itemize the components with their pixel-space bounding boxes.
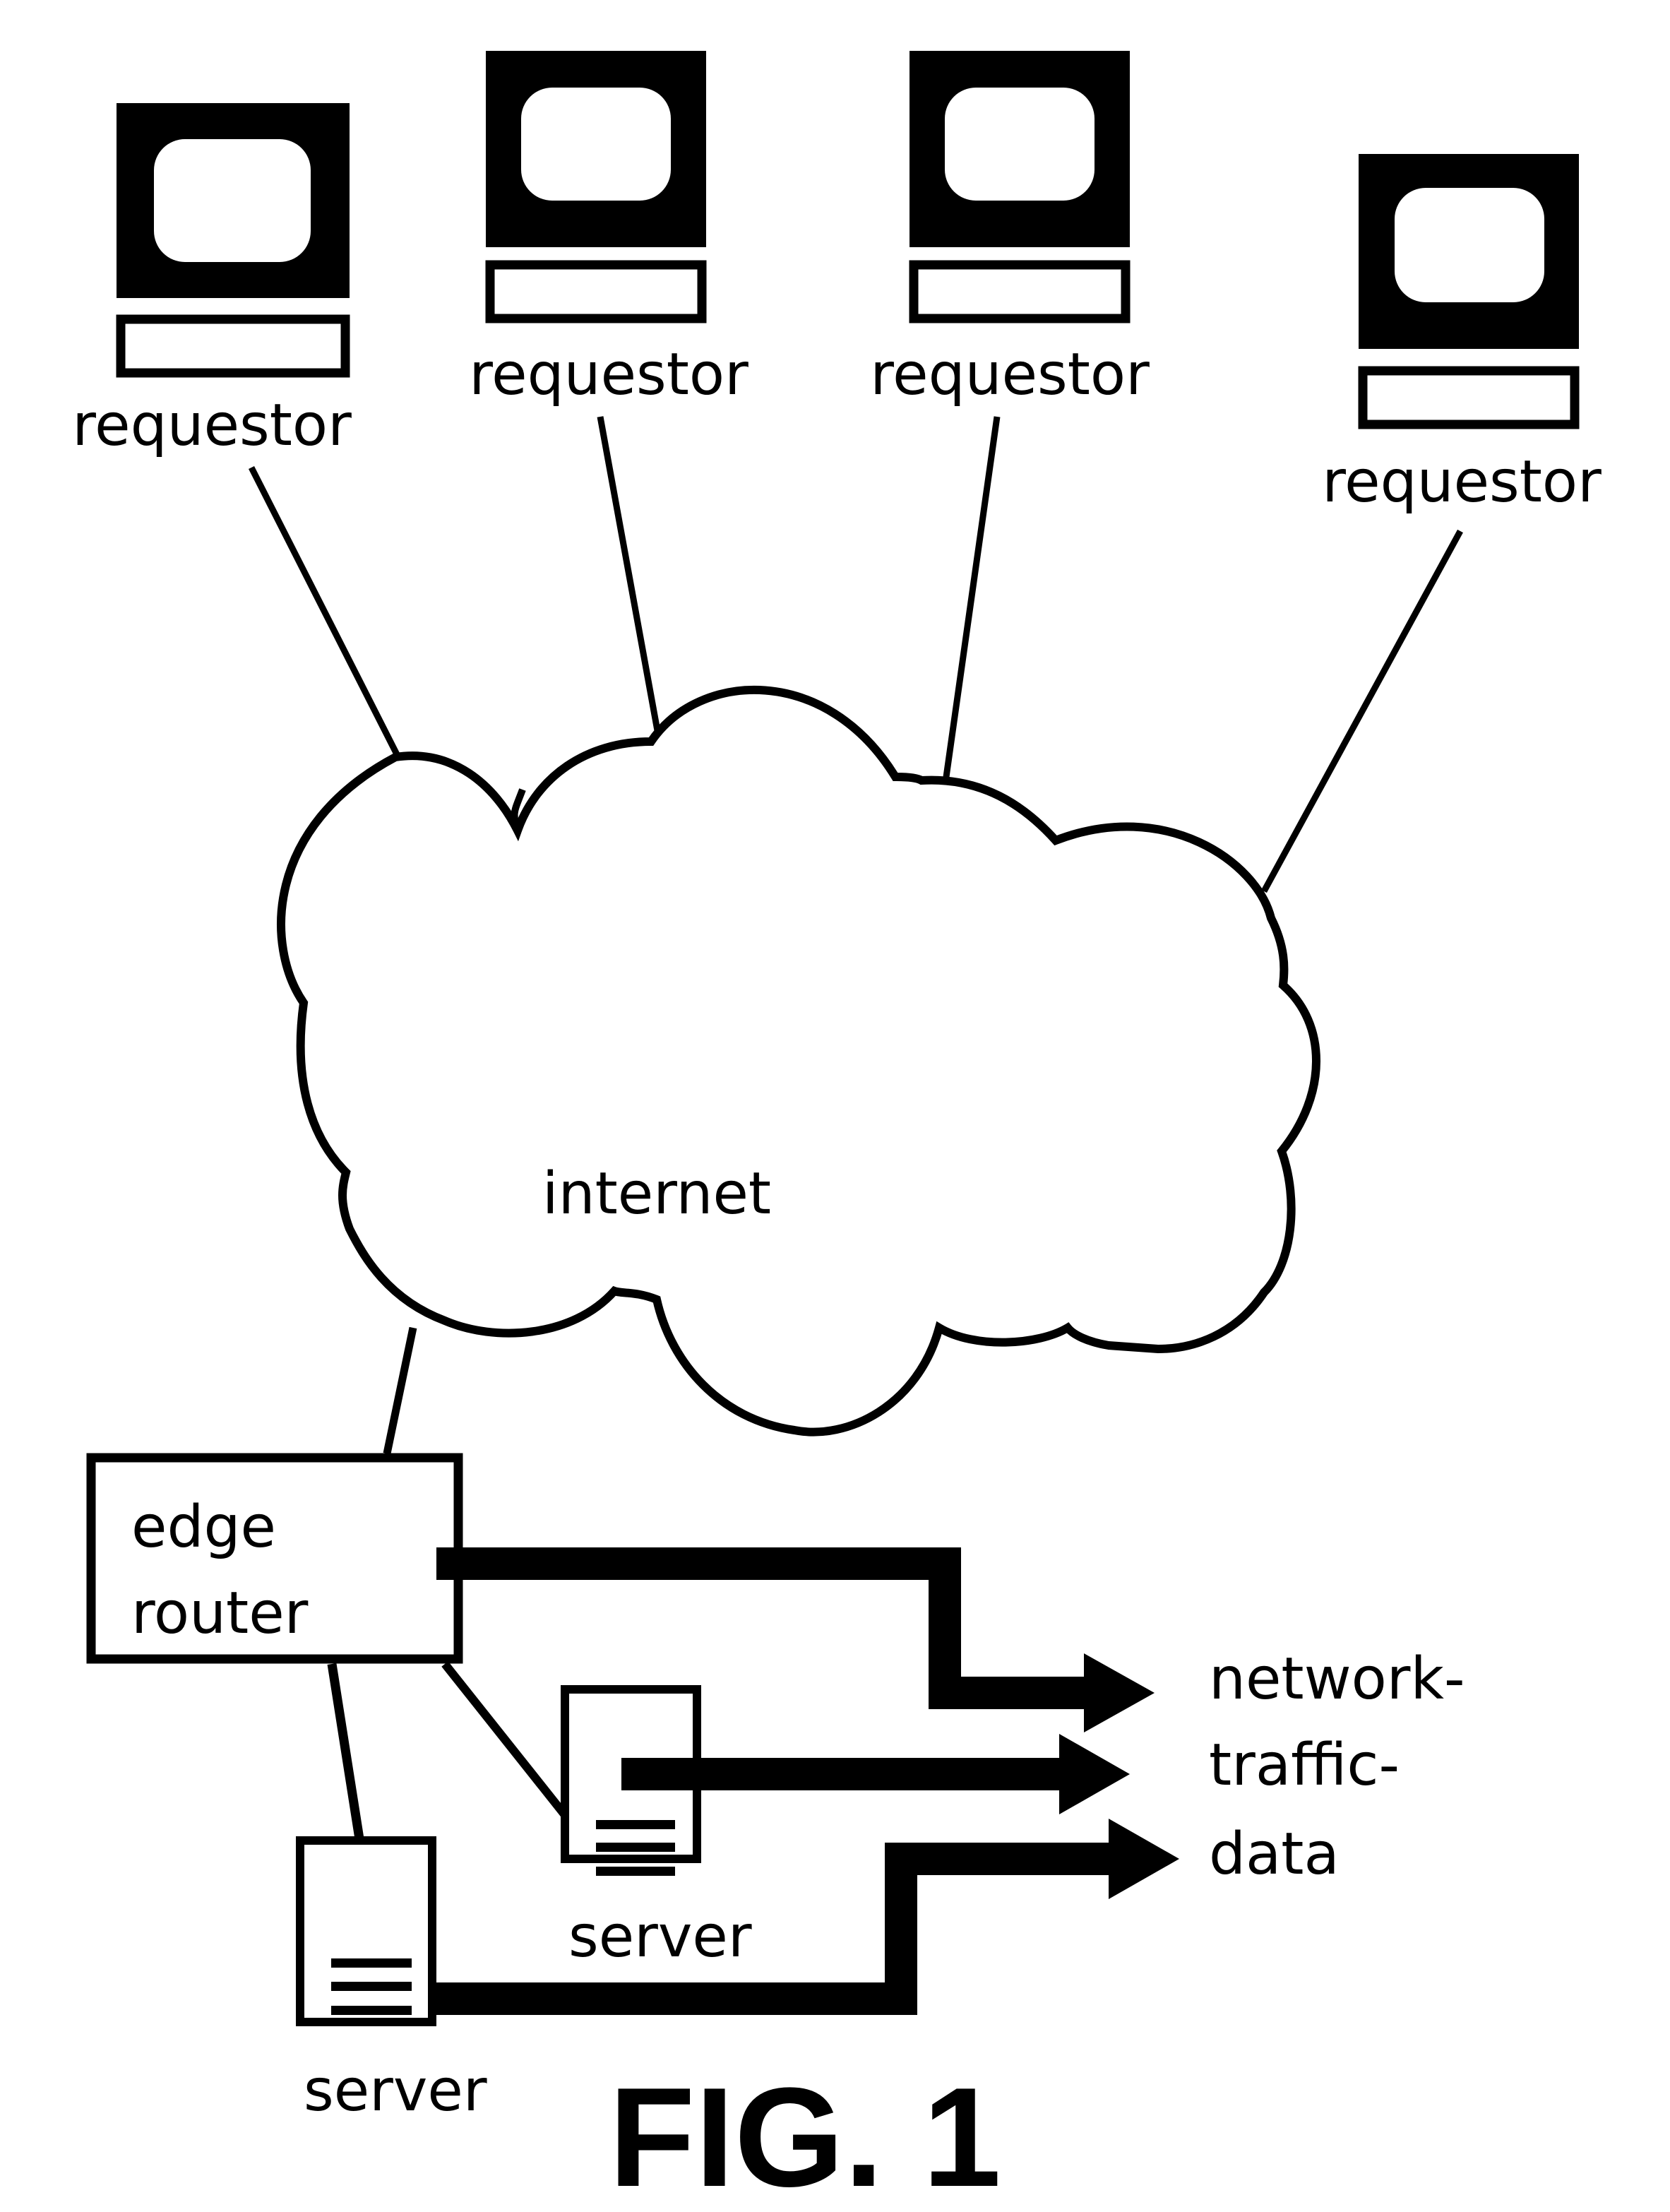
edge-router-label-line2: router xyxy=(131,1580,309,1647)
computer-terminal-icon xyxy=(485,51,707,323)
edge-router-label-line1: edge xyxy=(131,1494,276,1561)
computer-terminal-icon xyxy=(909,51,1131,323)
requestor-label: requestor xyxy=(870,341,1150,408)
edge-router: edge router xyxy=(86,1453,463,1664)
server-2: server xyxy=(561,1685,752,1970)
internet-cloud: internet xyxy=(277,686,1320,1437)
requestor-3: requestor xyxy=(870,51,1150,408)
arrow-router-to-data xyxy=(436,1547,1155,1732)
requestor-4: requestor xyxy=(1322,154,1602,516)
figure-caption: FIG. 1 xyxy=(609,2059,1001,2212)
server-label: server xyxy=(304,2057,487,2124)
requestor-2: requestor xyxy=(469,51,748,408)
output-label-line3: data xyxy=(1209,1821,1340,1888)
link-cloud-router xyxy=(383,1326,417,1455)
cloud-icon xyxy=(277,686,1320,1437)
internet-label: internet xyxy=(542,1160,771,1227)
output-label-line1: network- xyxy=(1209,1646,1465,1713)
arrowhead-icon xyxy=(1084,1653,1155,1732)
link-router-server-2 xyxy=(441,1661,568,1818)
network-diagram: requestor requestor requestor requestor xyxy=(72,51,1602,2212)
computer-terminal-icon xyxy=(116,103,350,378)
output-label-line2: traffic- xyxy=(1209,1732,1400,1799)
link-router-server-1 xyxy=(327,1663,365,1845)
arrowhead-icon xyxy=(1109,1819,1179,1899)
link-requestor-3 xyxy=(943,416,1001,778)
requestor-label: requestor xyxy=(469,341,748,408)
network-traffic-data-label: network- traffic- data xyxy=(1209,1646,1465,1888)
link-requestor-1 xyxy=(248,465,401,758)
requestor-1: requestor xyxy=(72,103,352,459)
requestor-label: requestor xyxy=(72,392,352,459)
computer-terminal-icon xyxy=(1358,154,1580,429)
requestor-label: requestor xyxy=(1322,448,1602,516)
server-tower-icon xyxy=(296,1836,436,2026)
arrowhead-icon xyxy=(1059,1734,1130,1814)
server-label: server xyxy=(568,1903,752,1970)
arrow-server-1-to-data xyxy=(432,1819,1179,2015)
link-requestor-4 xyxy=(1261,529,1463,893)
link-requestor-2 xyxy=(597,416,662,735)
